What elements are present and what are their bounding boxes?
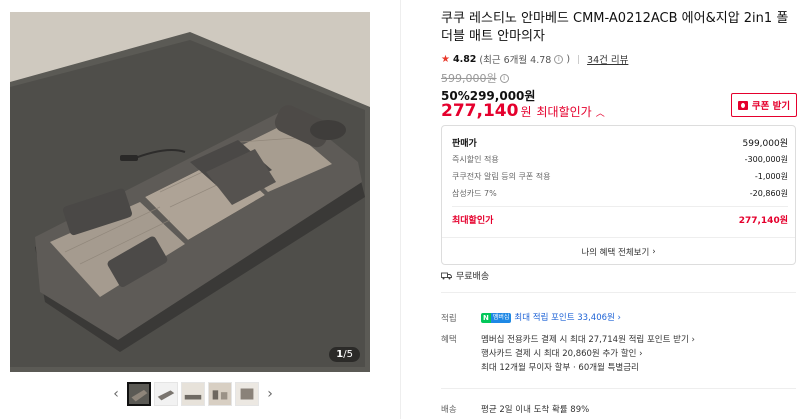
benefit-label: 혜택: [441, 335, 457, 345]
price-row: 삼성카드 7% -20,860원: [452, 188, 788, 199]
npay-badge: N 멤버십: [481, 312, 512, 323]
price-row-final: 최대할인가 277,140원: [452, 213, 788, 226]
price-row-label: 즉시할인 적용: [452, 155, 499, 164]
price-row-value: -1,000원: [754, 172, 788, 181]
price-head-label: 판매가: [452, 139, 477, 149]
npay-membership: 멤버십: [490, 312, 512, 323]
coupon-icon: [737, 100, 748, 110]
panel-divider: [400, 0, 401, 419]
point-row[interactable]: N 멤버십 최대 적립 포인트 33,406원 ›: [481, 311, 621, 323]
thumbnail-2[interactable]: [154, 382, 178, 406]
rating-score: 4.82: [452, 53, 477, 65]
point-value: 최대 적립 포인트 33,406원: [514, 313, 615, 323]
my-benefits-link[interactable]: 나의 혜택 전체보기 ›: [442, 237, 795, 265]
chevron-up-icon: ︿: [595, 109, 605, 119]
thumbnail-4[interactable]: [208, 382, 232, 406]
main-product-image[interactable]: 1/5: [10, 12, 370, 372]
chevron-left-icon[interactable]: ‹: [108, 386, 124, 402]
price-row-value: -20,860원: [749, 189, 788, 198]
product-gallery: 1/5 ‹ ›: [0, 0, 400, 419]
thumbnail-5[interactable]: [235, 382, 259, 406]
rating-recent: (최근 6개월 4.78: [479, 55, 552, 66]
chevron-right-icon: ›: [652, 246, 656, 257]
shipping-label: 무료배송: [456, 272, 490, 282]
reviews-link[interactable]: 34건 리뷰: [587, 52, 628, 66]
best-price-row[interactable]: 277,140 원 최대할인가 ︿: [441, 101, 605, 121]
benefit-text: 멤버십 전용카드 결제 시 최대 27,714원 적립 포인트 받기: [481, 335, 689, 345]
thumbnail-3[interactable]: [181, 382, 205, 406]
price-row-value: -300,000원: [744, 155, 788, 164]
original-price: 599,000원: [441, 72, 497, 85]
price-head-value: 599,000원: [742, 139, 789, 149]
shipping-row: 무료배송: [441, 269, 489, 282]
best-price-won: 원: [520, 105, 532, 119]
best-price-label: 최대할인가: [536, 105, 592, 119]
benefit-item[interactable]: 행사카드 결제 시 최대 20,860원 추가 할인 ›: [481, 347, 643, 359]
thumbnail-1[interactable]: [127, 382, 151, 406]
truck-icon: [441, 272, 452, 279]
original-price-row: 599,000원 i: [441, 70, 509, 86]
coupon-button-label: 쿠폰 받기: [751, 101, 791, 112]
info-icon[interactable]: i: [499, 73, 509, 83]
delivery-value: 평균 2일 이내 도착 확률 89%: [481, 405, 590, 415]
price-breakdown-box: 판매가 599,000원 즉시할인 적용 -300,000원 쿠쿠전자 알림 등…: [441, 125, 796, 265]
chevron-right-icon: ›: [617, 313, 621, 323]
info-icon[interactable]: i: [554, 54, 564, 64]
price-row-label: 삼성카드 7%: [452, 189, 497, 198]
chevron-right-icon[interactable]: ›: [262, 386, 278, 402]
product-title: 쿠쿠 레스티노 안마베드 CMM-A0212ACB 에어&지압 2in1 폴더블…: [441, 11, 789, 44]
massage-mat-photo: [10, 12, 370, 372]
benefit-item[interactable]: 멤버십 전용카드 결제 시 최대 27,714원 적립 포인트 받기 ›: [481, 333, 695, 345]
page-total: /5: [343, 349, 353, 360]
benefit-item[interactable]: 최대 12개월 무이자 할부 · 60개월 특별금리: [481, 361, 639, 373]
divider: [452, 206, 788, 207]
rating-row: ★ 4.82 (최근 6개월 4.78 i ) 34건 리뷰: [441, 52, 628, 67]
price-row: 쿠쿠전자 알림 등의 쿠폰 적용 -1,000원: [452, 171, 788, 182]
my-benefits-label: 나의 혜택 전체보기: [581, 247, 650, 258]
chevron-right-icon: ›: [639, 349, 643, 359]
npay-n: N: [481, 312, 491, 323]
price-row-label: 쿠쿠전자 알림 등의 쿠폰 적용: [452, 172, 551, 181]
point-label: 적립: [441, 314, 457, 324]
thumbnail-strip: ‹ ›: [108, 382, 278, 406]
benefit-text: 최대 12개월 무이자 할부 · 60개월 특별금리: [481, 363, 639, 373]
best-price: 277,140: [441, 101, 519, 121]
final-price-value: 277,140원: [738, 216, 788, 226]
divider: [441, 388, 796, 389]
benefit-text: 행사카드 결제 시 최대 20,860원 추가 할인: [481, 349, 637, 359]
divider: [441, 292, 796, 293]
coupon-button[interactable]: 쿠폰 받기: [731, 93, 797, 117]
price-row: 즉시할인 적용 -300,000원: [452, 154, 788, 165]
price-row-head: 판매가 599,000원: [452, 136, 788, 149]
image-page-indicator: 1/5: [329, 347, 360, 362]
final-price-label: 최대할인가: [452, 216, 494, 226]
separator: [578, 54, 580, 64]
chevron-right-icon: ›: [691, 335, 695, 345]
star-icon: ★: [441, 53, 450, 65]
delivery-label: 배송: [441, 405, 457, 415]
rating-recent-close: ): [566, 53, 571, 65]
